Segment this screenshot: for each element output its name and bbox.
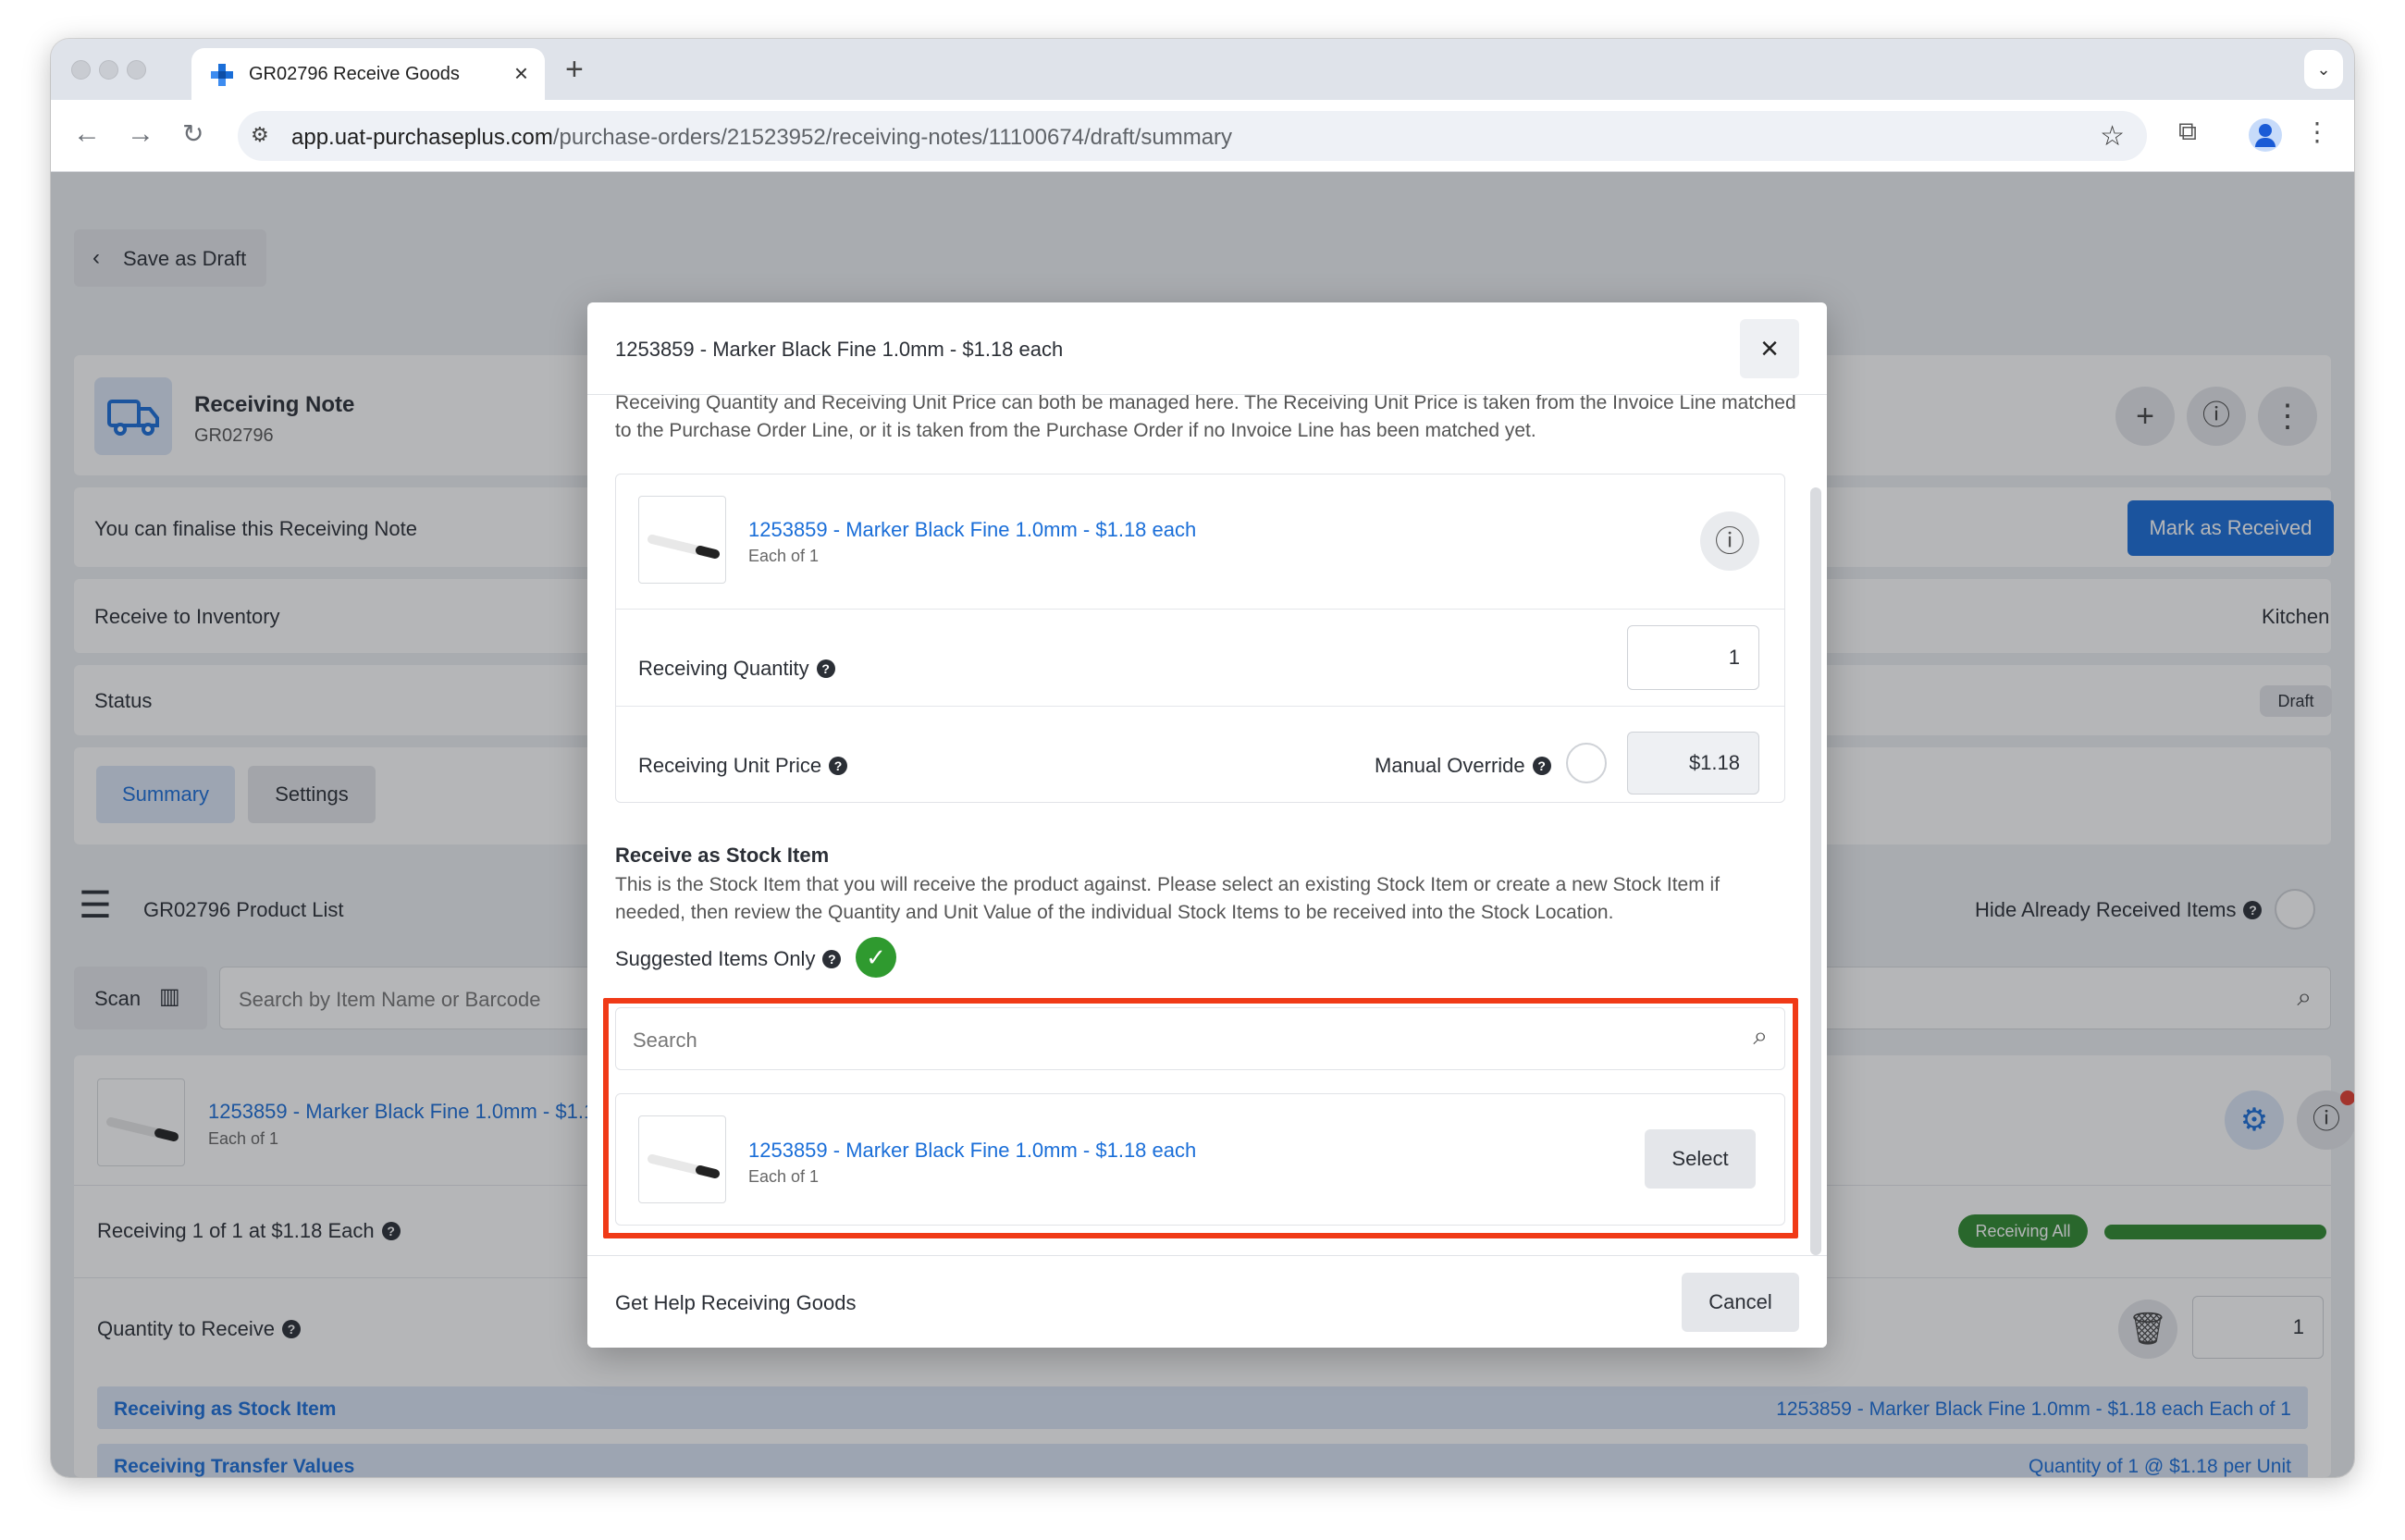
help-receiving-link[interactable]: Get Help Receiving Goods xyxy=(615,1291,856,1315)
tab-close-icon[interactable]: × xyxy=(514,59,528,88)
tab-title: GR02796 Receive Goods xyxy=(249,64,460,84)
site-settings-icon[interactable]: ⚙ xyxy=(251,123,269,147)
back-arrow-icon[interactable]: ← xyxy=(73,118,101,150)
modal-scrollbar[interactable] xyxy=(1810,487,1821,1255)
highlight-annotation xyxy=(603,998,1798,1238)
receiving-unit-price-label: Receiving Unit Price? xyxy=(638,754,848,778)
stock-item-description: This is the Stock Item that you will rec… xyxy=(615,874,1720,923)
receiving-quantity-label: Receiving Quantity? xyxy=(638,657,835,681)
url-text: app.uat-purchaseplus.com/purchase-orders… xyxy=(291,125,1233,150)
manual-override-toggle[interactable] xyxy=(1566,743,1607,783)
modal-product-link[interactable]: 1253859 - Marker Black Fine 1.0mm - $1.1… xyxy=(748,518,1196,542)
address-bar[interactable]: ⚙ app.uat-purchaseplus.com/purchase-orde… xyxy=(238,111,2147,161)
suggested-items-check-icon[interactable]: ✓ xyxy=(856,937,896,978)
forward-arrow-icon[interactable]: → xyxy=(127,118,154,150)
receiving-quantity-input[interactable]: 1 xyxy=(1627,625,1759,690)
reload-icon[interactable]: ↻ xyxy=(182,118,204,149)
window-minimize-dot[interactable] xyxy=(99,60,118,80)
product-detail-box: 1253859 - Marker Black Fine 1.0mm - $1.1… xyxy=(615,474,1785,803)
browser-toolbar: ← → ↻ ⚙ app.uat-purchaseplus.com/purchas… xyxy=(51,100,2354,172)
browser-tab[interactable]: GR02796 Receive Goods × xyxy=(191,48,545,100)
bookmark-star-icon[interactable]: ☆ xyxy=(2100,120,2125,153)
unit-price-input: $1.18 xyxy=(1627,732,1759,795)
modal-header: 1253859 - Marker Black Fine 1.0mm - $1.1… xyxy=(587,302,1827,395)
tab-bar: GR02796 Receive Goods × + ⌄ xyxy=(51,39,2354,100)
browser-menu-icon[interactable]: ⋮ xyxy=(2304,117,2330,147)
profile-avatar-icon[interactable] xyxy=(2249,118,2282,152)
window-close-dot[interactable] xyxy=(71,60,91,80)
stock-item-heading: Receive as Stock Item xyxy=(615,844,830,867)
window-zoom-dot[interactable] xyxy=(127,60,146,80)
purchaseplus-favicon-icon xyxy=(211,64,233,86)
close-icon[interactable]: × xyxy=(1740,319,1799,378)
modal-footer: Get Help Receiving Goods Cancel xyxy=(587,1255,1827,1348)
modal-title: 1253859 - Marker Black Fine 1.0mm - $1.1… xyxy=(615,338,1064,361)
new-tab-icon[interactable]: + xyxy=(565,52,584,88)
chevron-down-icon[interactable]: ⌄ xyxy=(2304,50,2343,89)
manual-override-label: Manual Override? xyxy=(1375,754,1551,778)
modal-intro-text: Receiving Quantity and Receiving Unit Pr… xyxy=(615,395,1796,441)
modal-product-thumbnail xyxy=(638,496,726,584)
product-info-icon[interactable]: ⓘ xyxy=(1700,511,1759,571)
extensions-puzzle-icon[interactable]: ⧉ xyxy=(2178,117,2197,147)
cancel-button[interactable]: Cancel xyxy=(1682,1273,1799,1332)
suggested-items-label: Suggested Items Only? xyxy=(615,947,842,971)
